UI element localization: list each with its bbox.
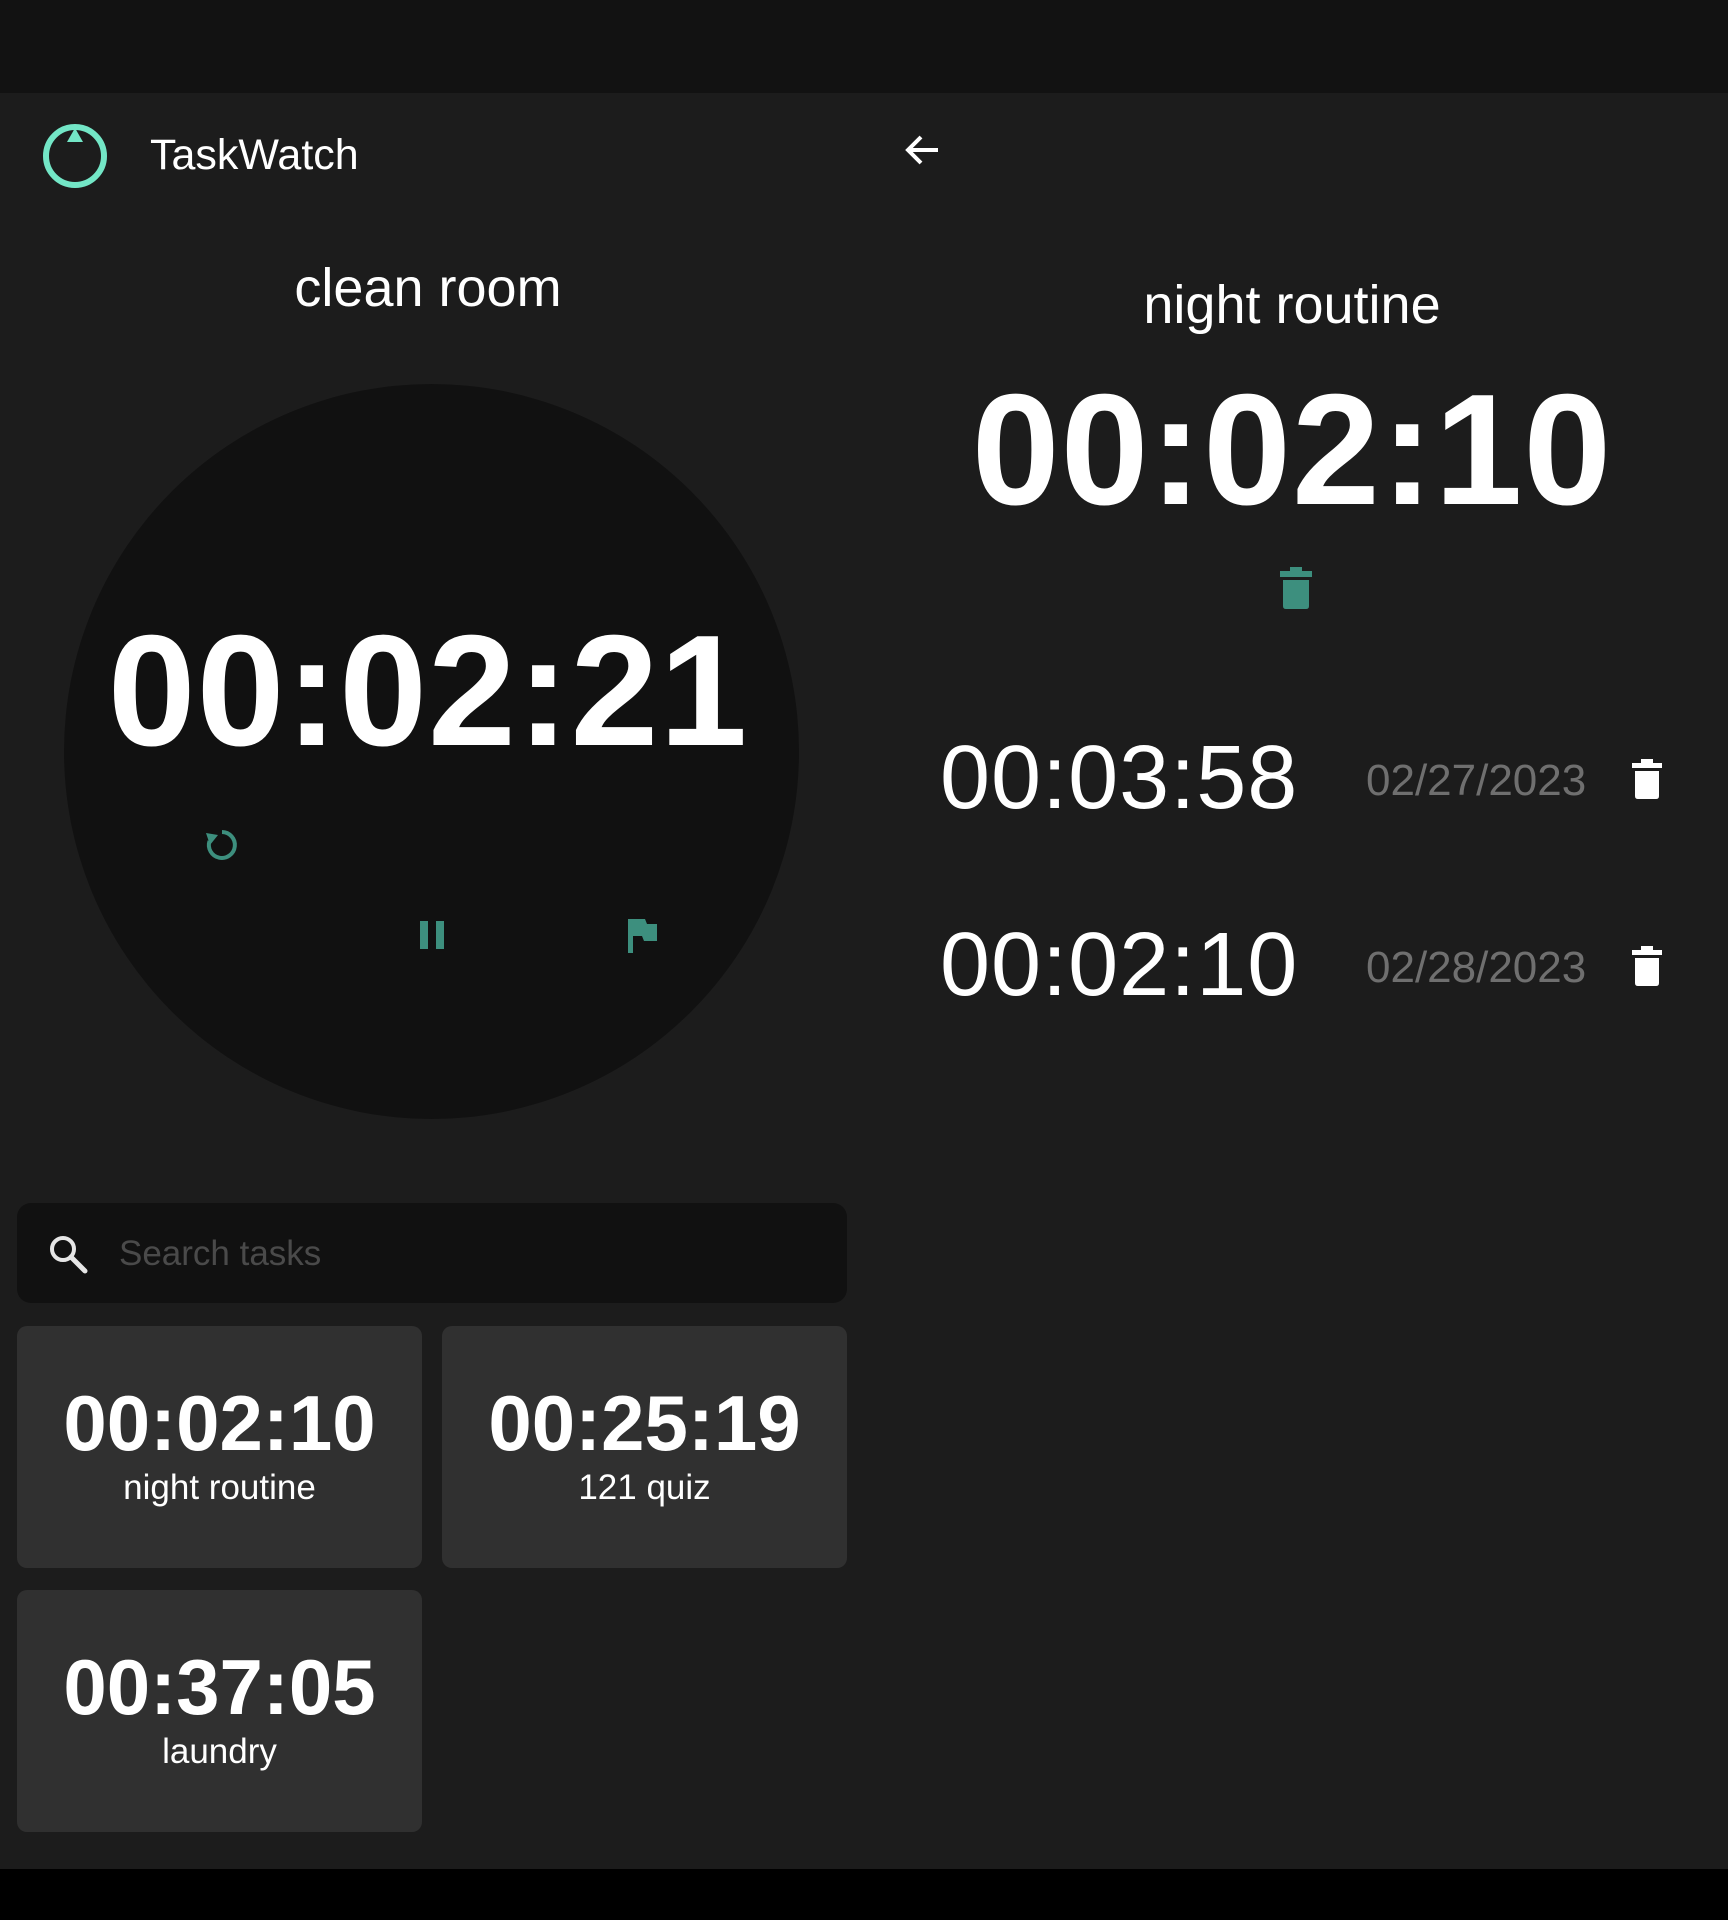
pause-icon — [420, 921, 444, 949]
log-date: 02/27/2023 — [1366, 756, 1587, 805]
app-title: TaskWatch — [150, 131, 359, 179]
delete-task-button[interactable] — [1278, 566, 1314, 610]
trash-icon — [1632, 759, 1662, 799]
search-input[interactable] — [117, 1223, 821, 1285]
flag-icon — [628, 919, 657, 953]
main-timer-display: 00:02:21 — [107, 603, 749, 779]
log-time: 00:03:58 — [940, 728, 1299, 828]
trash-icon — [1280, 567, 1312, 609]
flag-lap-button[interactable] — [618, 911, 666, 959]
task-card-121-quiz[interactable]: 00:25:19 121 quiz — [442, 1326, 847, 1568]
search-icon — [50, 1236, 88, 1274]
log-date: 02/28/2023 — [1366, 943, 1587, 992]
log-row: 00:02:10 02/28/2023 — [940, 910, 1680, 1020]
task-card-name: 121 quiz — [578, 1468, 711, 1507]
delete-log-button[interactable] — [1630, 945, 1664, 987]
task-card-time: 00:25:19 — [488, 1379, 801, 1467]
task-card-night-routine[interactable]: 00:02:10 night routine — [17, 1326, 422, 1568]
navigation-bar — [0, 1869, 1728, 1920]
task-card-time: 00:02:10 — [63, 1379, 376, 1467]
reset-button[interactable] — [198, 821, 246, 869]
trash-icon — [1632, 946, 1662, 986]
arrow-left-icon — [905, 135, 938, 165]
delete-log-button[interactable] — [1630, 758, 1664, 800]
back-button[interactable] — [900, 127, 946, 173]
search-bar[interactable] — [17, 1203, 847, 1303]
reset-icon — [206, 830, 237, 860]
app-window: TaskWatch clean room 00:02:21 00:02:10 n… — [0, 93, 1728, 1869]
status-bar — [0, 0, 1728, 93]
task-card-time: 00:37:05 — [63, 1643, 376, 1731]
log-time: 00:02:10 — [940, 915, 1299, 1015]
stopwatch-logo-icon — [41, 120, 109, 188]
current-task-name: clean room — [294, 258, 562, 318]
task-card-name: night routine — [123, 1468, 316, 1507]
detail-total-time: 00:02:10 — [971, 362, 1613, 538]
task-card-laundry[interactable]: 00:37:05 laundry — [17, 1590, 422, 1832]
log-row: 00:03:58 02/27/2023 — [940, 723, 1680, 833]
pause-button[interactable] — [408, 911, 456, 959]
detail-task-name: night routine — [1143, 275, 1441, 335]
task-card-name: laundry — [162, 1732, 277, 1771]
